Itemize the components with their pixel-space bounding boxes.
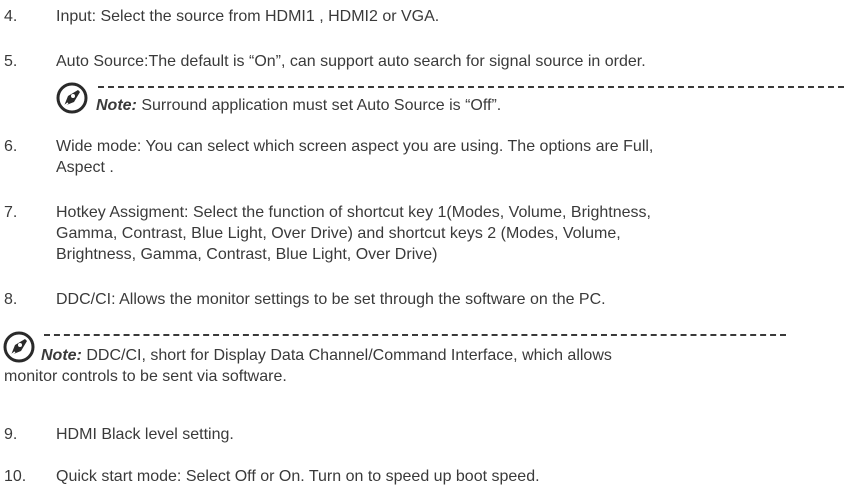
list-number: 4. [4, 8, 18, 25]
note-body: DDC/CI, short for Display Data Channel/C… [81, 347, 612, 364]
list-text: Quick start mode: Select Off or On. Turn… [56, 468, 540, 485]
divider [44, 334, 786, 336]
note-text: Note: DDC/CI, short for Display Data Cha… [41, 345, 612, 366]
note-pen-icon [56, 82, 88, 114]
note-box: Note: DDC/CI, short for Display Data Cha… [0, 325, 854, 395]
list-number: 8. [4, 291, 18, 308]
list-text-line: Gamma, Contrast, Blue Light, Over Drive)… [56, 225, 621, 242]
list-text-line: Aspect . [56, 159, 114, 176]
note-label: Note: [96, 97, 137, 114]
list-number: 5. [4, 53, 18, 70]
list-number: 10. [4, 468, 27, 485]
note-text-line: monitor controls to be sent via software… [4, 368, 287, 385]
list-number: 6. [4, 138, 18, 155]
note-pen-icon [3, 331, 35, 363]
note-body: Surround application must set Auto Sourc… [136, 97, 502, 114]
list-text: Input: Select the source from HDMI1 , HD… [56, 8, 440, 25]
list-text-line: Brightness, Gamma, Contrast, Blue Light,… [56, 246, 438, 263]
list-number: 7. [4, 204, 18, 221]
list-text-line: Wide mode: You can select which screen a… [56, 138, 654, 155]
note-box: Note: Surround application must set Auto… [56, 75, 846, 125]
list-text: Auto Source:The default is “On”, can sup… [56, 53, 646, 70]
divider [98, 86, 844, 88]
list-number: 9. [4, 426, 18, 443]
list-text: DDC/CI: Allows the monitor settings to b… [56, 291, 606, 308]
note-text: Note: Surround application must set Auto… [96, 95, 501, 116]
list-text-line: Hotkey Assigment: Select the function of… [56, 204, 651, 221]
list-text: HDMI Black level setting. [56, 426, 234, 443]
note-label: Note: [41, 347, 82, 364]
